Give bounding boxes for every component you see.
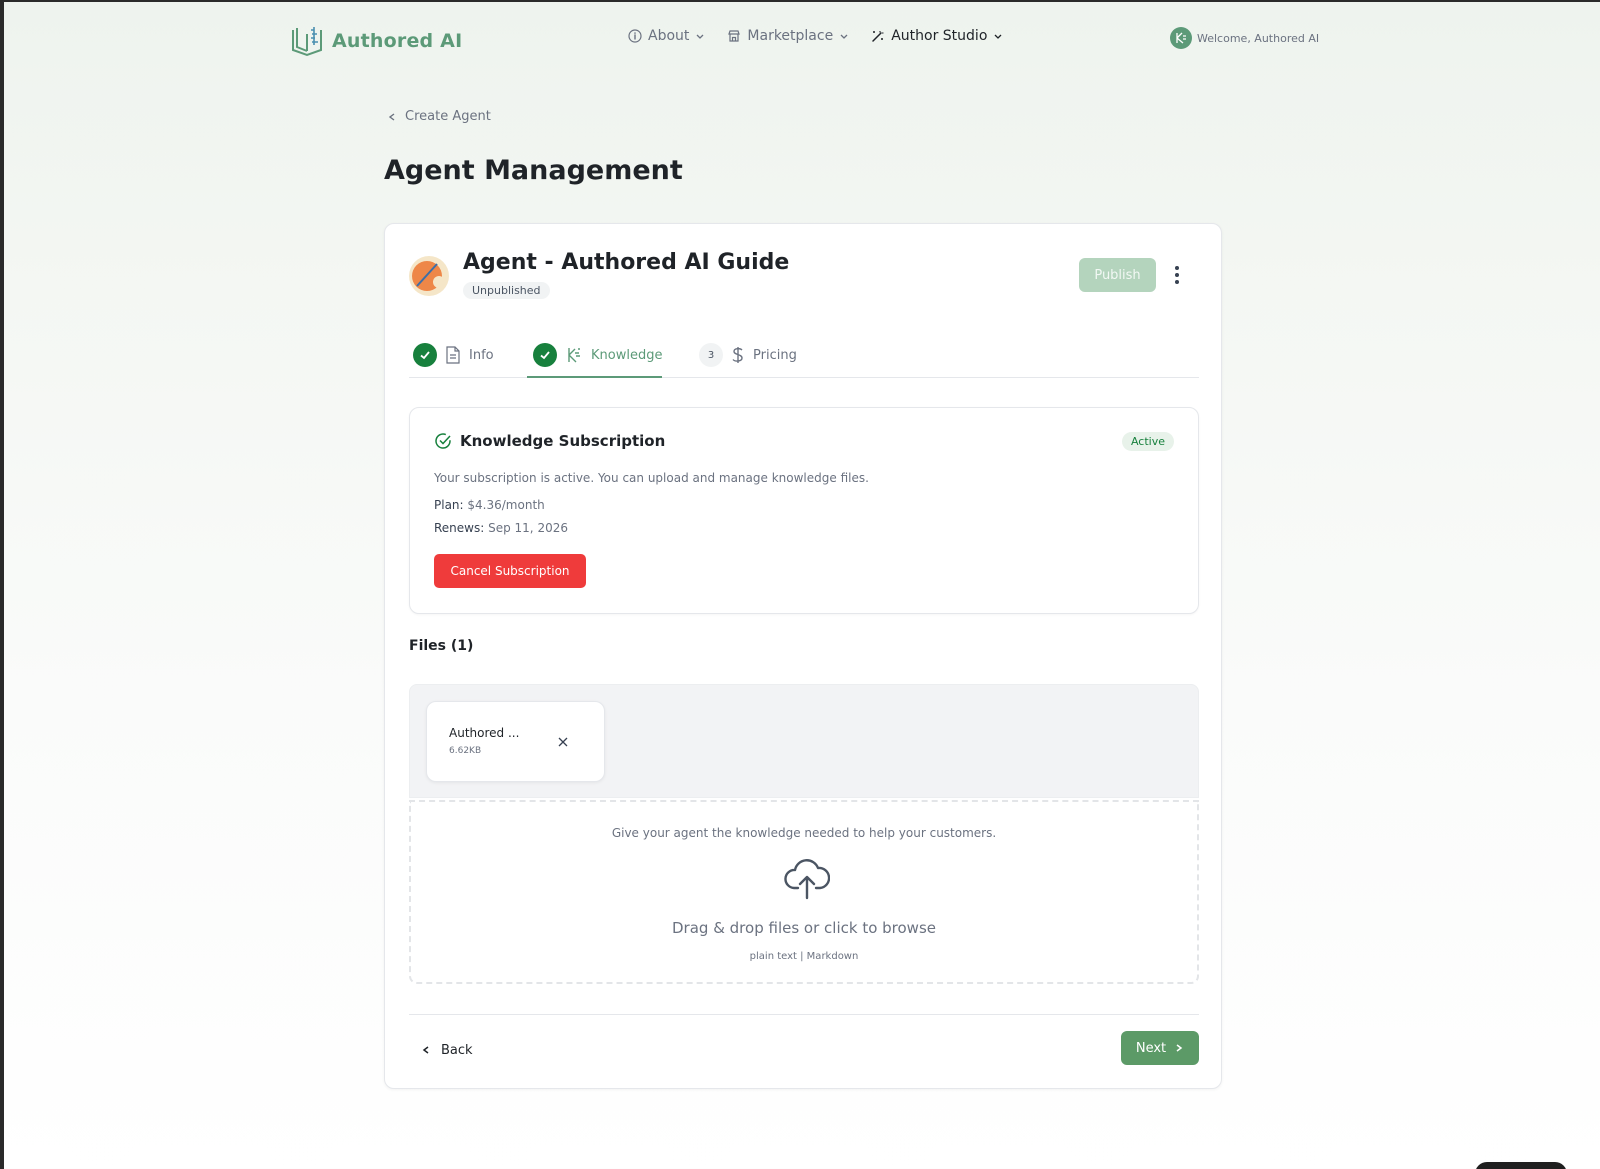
files-title: Files (1) [409, 638, 474, 654]
nav-about-label: About [648, 28, 690, 44]
breadcrumb[interactable]: Create Agent [387, 109, 491, 124]
check-circle-outline-icon [435, 433, 451, 449]
page-title: Agent Management [384, 155, 683, 186]
plan-value: $4.36/month [467, 498, 545, 512]
chevron-left-icon [422, 1046, 429, 1054]
dollar-icon [732, 347, 743, 363]
active-tab-indicator [527, 376, 662, 378]
next-label: Next [1135, 1040, 1167, 1056]
document-icon [446, 346, 460, 364]
subscription-plan: Plan: $4.36/month [434, 498, 545, 512]
next-button[interactable]: Next [1121, 1031, 1199, 1065]
back-label: Back [441, 1042, 473, 1058]
subscription-description: Your subscription is active. You can upl… [434, 471, 869, 485]
nav-author-studio-label: Author Studio [891, 28, 988, 44]
more-options-button[interactable] [1165, 262, 1189, 288]
tab-pricing[interactable]: 3 Pricing [699, 332, 797, 378]
logo[interactable]: Authored AI [290, 24, 462, 58]
tab-knowledge-label: Knowledge [591, 347, 663, 363]
more-dot-icon [1175, 273, 1179, 277]
tab-knowledge[interactable]: Knowledge [533, 332, 662, 378]
tab-pricing-label: Pricing [753, 347, 797, 363]
main-nav: About Marketplace Author Studio [628, 28, 1003, 44]
avatar [1170, 27, 1192, 49]
user-logo-icon [1176, 32, 1186, 44]
logo-text: Authored AI [332, 30, 463, 52]
file-item[interactable]: Authored ... 6.62KB [426, 701, 605, 782]
back-button[interactable]: Back [421, 1034, 473, 1066]
agent-card: Agent - Authored AI Guide Unpublished Pu… [384, 223, 1222, 1089]
status-badge: Unpublished [463, 282, 550, 299]
dropzone-hint: Give your agent the knowledge needed to … [611, 826, 997, 840]
subscription-title: Knowledge Subscription [434, 432, 665, 450]
file-dropzone[interactable]: Give your agent the knowledge needed to … [409, 800, 1199, 984]
agent-image-icon [412, 261, 445, 291]
magic-wand-icon [872, 31, 884, 42]
nav-marketplace[interactable]: Marketplace [727, 28, 849, 44]
agent-name: Agent - Authored AI Guide [463, 250, 790, 275]
window-edge [0, 0, 4, 1169]
dropzone-formats: plain text | Markdown [749, 951, 859, 962]
chevron-down-icon [994, 34, 1002, 39]
cancel-subscription-button[interactable]: Cancel Subscription [434, 554, 586, 588]
files-list: Authored ... 6.62KB [409, 684, 1199, 798]
agent-avatar[interactable] [409, 256, 449, 296]
step-number: 3 [699, 343, 723, 367]
more-dot-icon [1175, 266, 1179, 270]
dropzone-main-text: Drag & drop files or click to browse [672, 919, 936, 937]
check-circle-icon [413, 343, 437, 367]
check-circle-icon [533, 343, 557, 367]
chevron-left-icon [388, 112, 395, 121]
chevron-down-icon [696, 34, 704, 39]
active-badge: Active [1121, 432, 1174, 451]
knowledge-icon [568, 348, 580, 363]
nav-marketplace-label: Marketplace [747, 28, 834, 44]
file-size: 6.62KB [449, 746, 482, 756]
close-icon[interactable] [555, 734, 571, 750]
book-logo-icon [292, 27, 322, 57]
more-dot-icon [1175, 280, 1179, 284]
footer-divider [409, 1014, 1199, 1015]
tab-info[interactable]: Info [413, 332, 494, 378]
store-icon [728, 30, 741, 42]
publish-button[interactable]: Publish [1079, 258, 1156, 292]
floating-widget[interactable] [1475, 1162, 1567, 1169]
nav-about[interactable]: About [628, 28, 705, 44]
nav-author-studio[interactable]: Author Studio [871, 28, 1003, 44]
welcome-text: Welcome, Authored AI [1197, 31, 1320, 45]
tab-info-label: Info [469, 347, 494, 363]
info-icon [628, 29, 642, 43]
subscription-panel: Knowledge Subscription Active Your subsc… [409, 407, 1199, 614]
subscription-title-text: Knowledge Subscription [460, 432, 666, 450]
user-menu[interactable]: Welcome, Authored AI [1170, 27, 1319, 49]
file-name: Authored ... [449, 726, 520, 740]
renews-value: Sep 11, 2026 [488, 521, 568, 535]
plan-label: Plan: [434, 498, 464, 512]
top-header: Authored AI About Marketplace Author Stu… [0, 0, 1600, 80]
chevron-down-icon [840, 34, 848, 39]
renews-label: Renews: [434, 521, 485, 535]
cloud-upload-icon [784, 859, 830, 900]
breadcrumb-label: Create Agent [405, 109, 491, 124]
subscription-renews: Renews: Sep 11, 2026 [434, 521, 568, 535]
chevron-right-icon [1176, 1044, 1183, 1052]
step-tabs: Info Knowledge 3 Pricing [409, 332, 1199, 378]
